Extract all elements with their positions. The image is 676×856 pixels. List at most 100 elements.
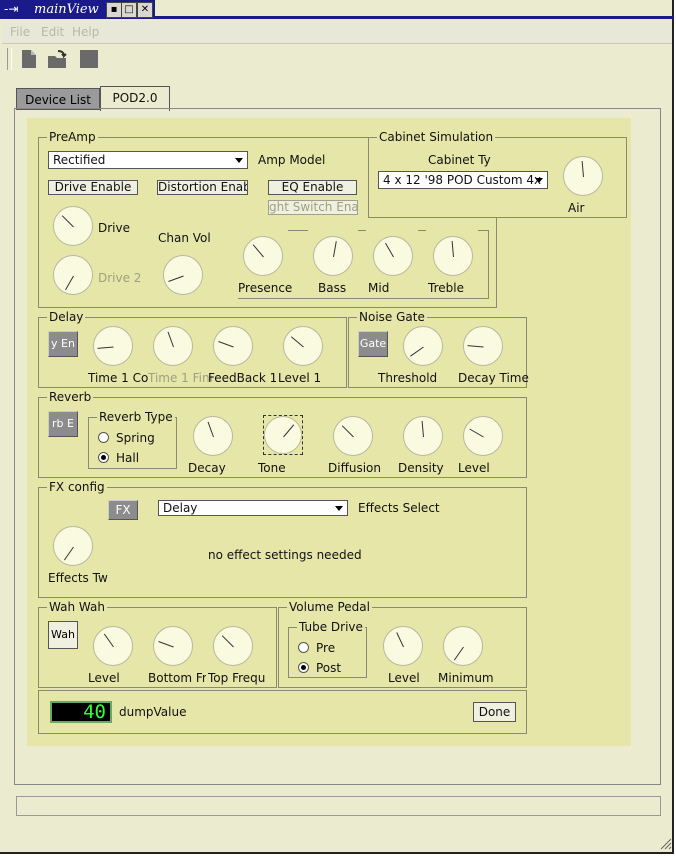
threshold-label: Threshold [378, 371, 438, 385]
cabinet-type-label: Cabinet Ty [428, 153, 491, 167]
resize-grip-icon[interactable] [658, 836, 672, 850]
reverb-tone-label: Tone [258, 461, 286, 475]
drive-knob[interactable] [53, 206, 93, 246]
bright-switch-enable-button[interactable]: ght Switch Enal [268, 200, 358, 215]
mid-knob[interactable] [373, 236, 413, 276]
volume-level-label: Level [388, 671, 420, 685]
delay-time-coarse-label: Time 1 Co [88, 371, 148, 385]
tube-post-radio[interactable] [298, 662, 309, 673]
preamp-title: PreAmp [47, 130, 98, 144]
reverb-title: Reverb [47, 390, 94, 404]
decay-time-knob[interactable] [463, 326, 503, 366]
reverb-tone-knob[interactable] [264, 416, 302, 454]
treble-knob[interactable] [433, 236, 473, 276]
window-title: mainView [34, 2, 99, 17]
threshold-knob[interactable] [403, 326, 443, 366]
close-icon[interactable]: ✕ [137, 2, 153, 18]
menu-edit[interactable]: Edit [41, 25, 64, 39]
volume-pedal-title: Volume Pedal [287, 600, 372, 614]
tube-post-label: Post [316, 661, 342, 675]
bass-label: Bass [318, 281, 347, 295]
delay-feedback-label: FeedBack 1 [208, 371, 276, 385]
air-label: Air [568, 201, 585, 215]
delay-level-label: Level 1 [278, 371, 322, 385]
toolbar-grip [7, 48, 12, 70]
chan-vol-label: Chan Vol [158, 231, 211, 245]
minimize-icon[interactable]: ▪ [106, 2, 122, 18]
volume-level-knob[interactable] [383, 626, 423, 666]
wah-bottom-label: Bottom Fr [148, 671, 206, 685]
effects-select[interactable]: Delay [158, 500, 348, 516]
reverb-hall-label: Hall [116, 451, 140, 465]
delay-enable-button[interactable]: y En [48, 331, 78, 357]
wah-enable-button[interactable]: Wah [48, 621, 78, 649]
tube-pre-label: Pre [316, 641, 336, 655]
reverb-level-knob[interactable] [463, 416, 503, 456]
drive2-label: Drive 2 [98, 271, 142, 285]
window-menu-icon[interactable]: -⇥ [4, 2, 18, 16]
tube-pre-radio[interactable] [298, 642, 309, 653]
cabinet-type-value: 4 x 12 '98 POD Custom 4x [383, 173, 542, 187]
title-bar[interactable]: -⇥ mainView ▪ □ ✕ [0, 0, 155, 19]
wah-top-label: Top Frequ [208, 671, 266, 685]
effects-select-value: Delay [163, 501, 198, 515]
delay-time-coarse-knob[interactable] [93, 326, 133, 366]
save-icon[interactable] [78, 48, 100, 70]
reverb-decay-knob[interactable] [193, 416, 233, 456]
distortion-enable-button[interactable]: Distortion Enable [157, 180, 248, 195]
done-button[interactable]: Done [473, 702, 516, 722]
wah-level-label: Level [88, 671, 120, 685]
eq-enable-button[interactable]: EQ Enable [268, 180, 357, 195]
presence-label: Presence [238, 281, 293, 295]
decay-time-label: Decay Time [458, 371, 529, 385]
toolbar [2, 44, 107, 74]
reverb-level-label: Level [458, 461, 490, 475]
air-knob[interactable] [563, 156, 603, 196]
cabinet-type-select[interactable]: 4 x 12 '98 POD Custom 4x [378, 171, 548, 189]
wah-bottom-knob[interactable] [153, 626, 193, 666]
fx-button[interactable]: FX [108, 500, 138, 520]
noise-gate-title: Noise Gate [357, 310, 427, 324]
wah-level-knob[interactable] [93, 626, 133, 666]
eq-frame-segment [358, 230, 366, 231]
delay-feedback-knob[interactable] [213, 326, 253, 366]
noise-gate-enable-button[interactable]: Gate [358, 331, 388, 357]
cabinet-title: Cabinet Simulation [377, 130, 496, 144]
amp-model-select[interactable]: Rectified [48, 151, 248, 169]
chevron-down-icon [335, 506, 343, 511]
reverb-enable-button[interactable]: rb E [48, 411, 78, 437]
delay-time-fine-knob[interactable] [153, 326, 193, 366]
eq-frame-segment [478, 230, 488, 231]
wah-top-knob[interactable] [213, 626, 253, 666]
tube-drive-title: Tube Drive [297, 620, 365, 634]
menu-help[interactable]: Help [72, 25, 99, 39]
bass-knob[interactable] [313, 236, 353, 276]
drive-enable-button[interactable]: Drive Enable [48, 180, 138, 195]
wah-title: Wah Wah [47, 600, 107, 614]
volume-minimum-label: Minimum [438, 671, 494, 685]
effects-select-label: Effects Select [358, 501, 440, 515]
mid-label: Mid [368, 281, 390, 295]
dump-value-display: 40 [50, 701, 112, 723]
volume-minimum-knob[interactable] [443, 626, 483, 666]
effects-tweak-knob[interactable] [53, 526, 93, 566]
reverb-density-label: Density [398, 461, 444, 475]
new-file-icon[interactable] [18, 48, 40, 70]
presence-knob[interactable] [243, 236, 283, 276]
maximize-icon[interactable]: □ [121, 2, 137, 18]
delay-level-knob[interactable] [283, 326, 323, 366]
tab-device-list[interactable]: Device List [16, 88, 100, 110]
menu-file[interactable]: File [10, 25, 30, 39]
amp-model-label: Amp Model [258, 153, 326, 167]
reverb-hall-radio[interactable] [98, 452, 109, 463]
chan-vol-knob[interactable] [163, 255, 203, 295]
menu-bar: File Edit Help [2, 21, 672, 44]
open-folder-icon[interactable] [46, 48, 68, 70]
drive2-knob[interactable] [53, 255, 93, 295]
reverb-density-knob[interactable] [403, 416, 443, 456]
reverb-spring-radio[interactable] [98, 432, 109, 443]
status-bar [16, 796, 661, 816]
eq-frame-segment [418, 230, 426, 231]
reverb-diffusion-knob[interactable] [333, 416, 373, 456]
amp-model-value: Rectified [53, 153, 106, 167]
